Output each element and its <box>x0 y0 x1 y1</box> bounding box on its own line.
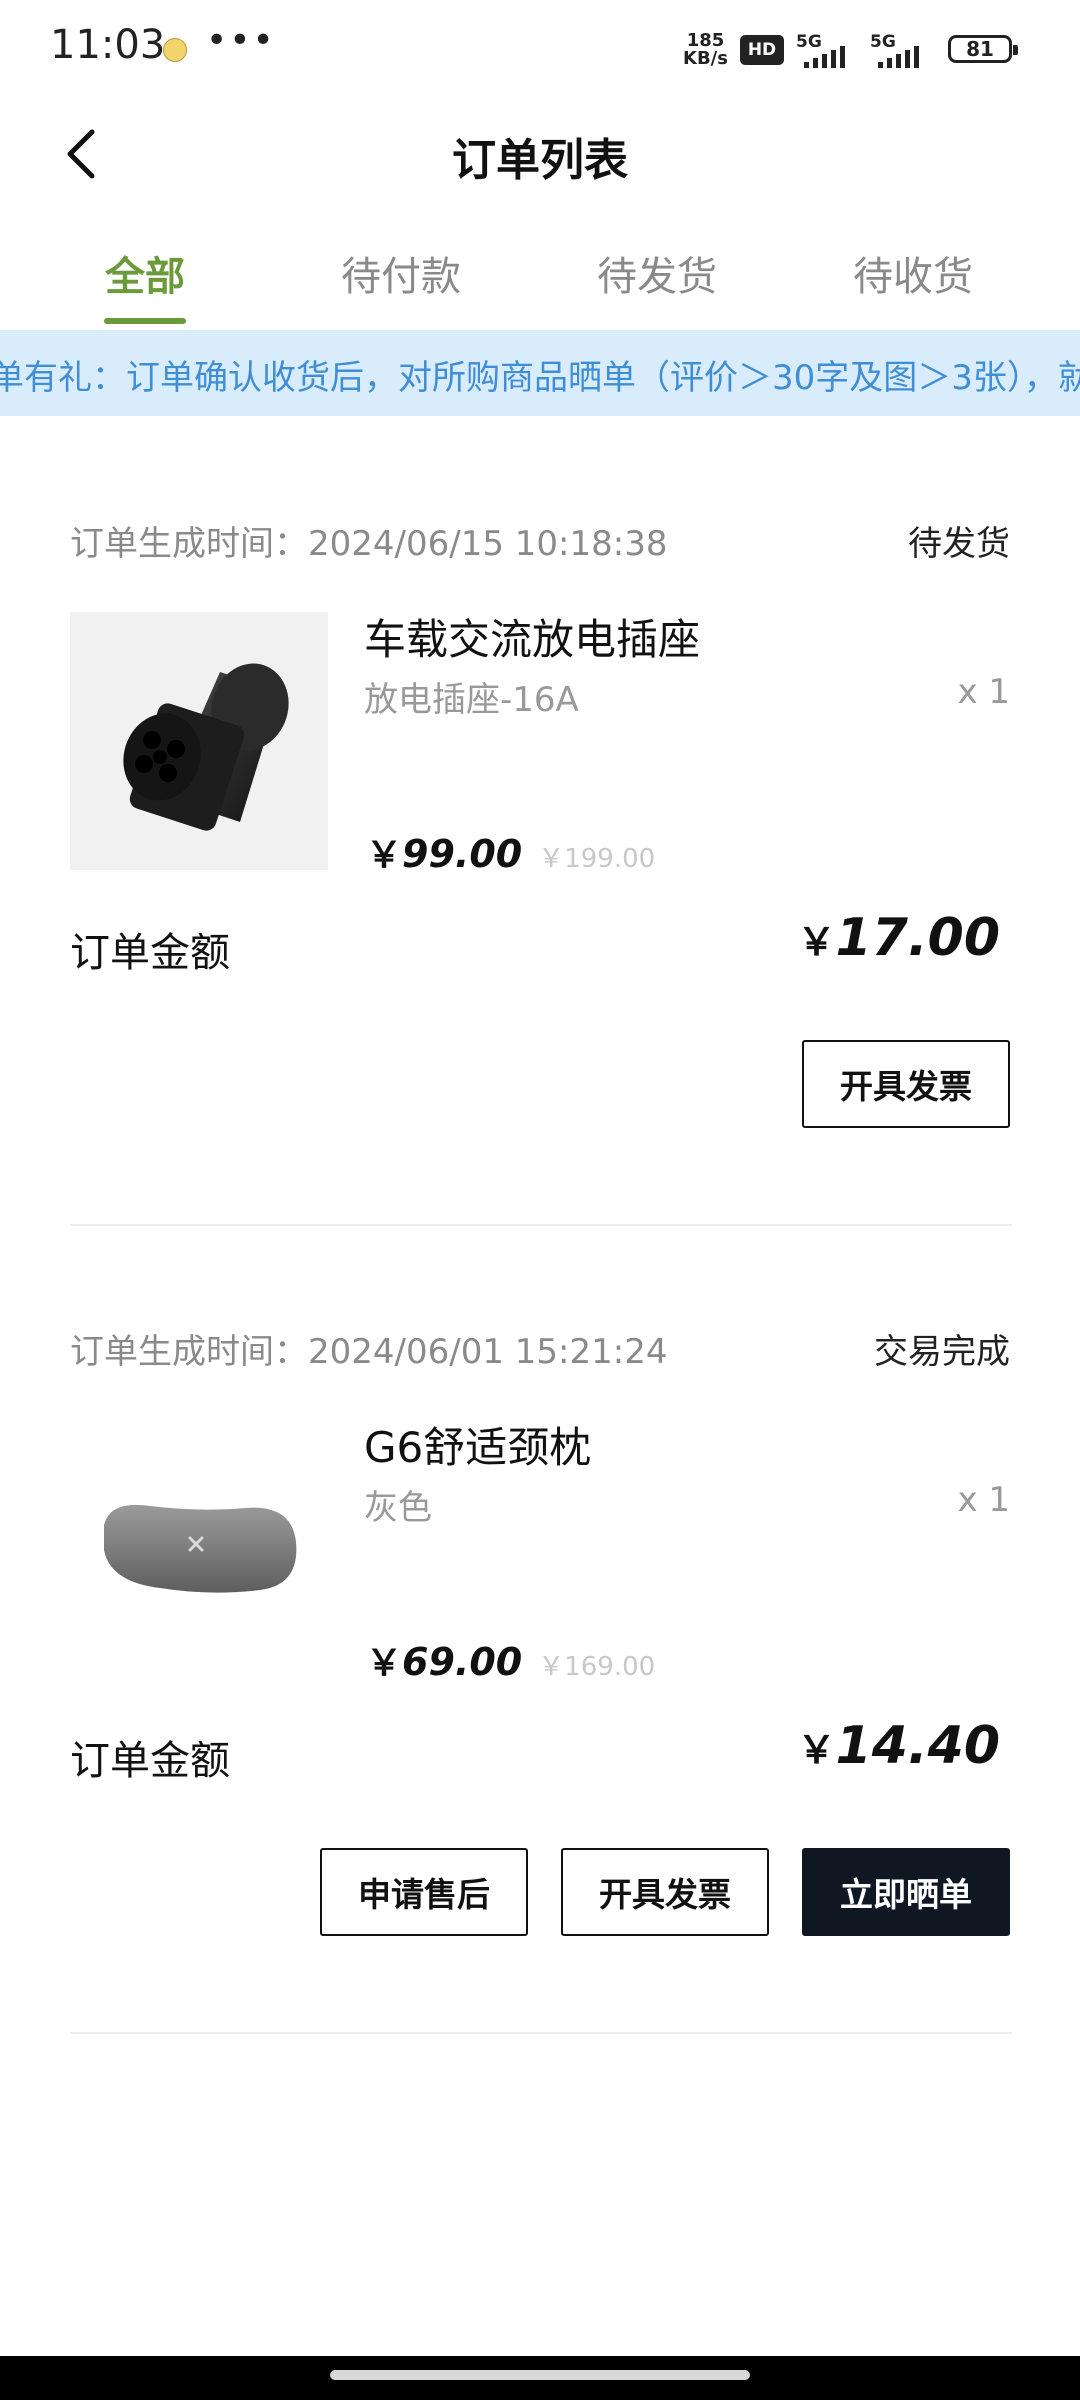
signal-sim1-icon: 5G <box>796 32 860 68</box>
tab-pending-receipt[interactable]: 待收货 <box>833 244 993 302</box>
network-speed-unit: KB/s <box>683 48 728 69</box>
status-bar: 11:03 ••• 185 KB/s HD 5G 5G 81 <box>0 0 1080 100</box>
order-amount: ￥17.00 <box>798 908 1001 968</box>
amount-currency: ￥ <box>797 920 836 964</box>
order-amount-label: 订单金额 <box>70 1738 230 1784</box>
status-time: 11:03 <box>50 22 166 68</box>
order-status: 待发货 <box>908 524 1010 564</box>
issue-invoice-button[interactable]: 开具发票 <box>802 1040 1010 1128</box>
emoji-notification-icon <box>163 38 187 62</box>
price-value: 69.00 <box>402 1640 523 1684</box>
order-time: 订单生成时间：2024/06/15 10:18:38 <box>70 524 668 564</box>
product-image[interactable] <box>70 612 328 870</box>
active-tab-indicator <box>104 318 186 324</box>
promo-notice-banner: 单有礼：订单确认收货后，对所购商品晒单（评价＞30字及图＞3张），就 <box>0 330 1080 416</box>
share-review-button[interactable]: 立即晒单 <box>802 1848 1010 1936</box>
issue-invoice-button[interactable]: 开具发票 <box>561 1848 769 1936</box>
order-divider <box>70 2032 1012 2034</box>
amount-value: 14.40 <box>835 1716 1000 1776</box>
amount-value: 17.00 <box>835 908 1000 968</box>
tab-pending-payment[interactable]: 待付款 <box>321 244 481 302</box>
product-image[interactable] <box>70 1420 328 1678</box>
signal-sim2-icon: 5G <box>870 32 934 68</box>
order-amount: ￥14.40 <box>798 1716 1001 1776</box>
page-title: 订单列表 <box>452 135 628 186</box>
original-price: ￥199.00 <box>538 844 656 874</box>
more-notifications-icon: ••• <box>206 20 276 61</box>
product-spec: 灰色 <box>364 1488 432 1528</box>
system-nav-bar <box>0 2356 1080 2400</box>
promo-notice-text: 单有礼：订单确认收货后，对所购商品晒单（评价＞30字及图＞3张），就 <box>0 358 1080 398</box>
network-speed: 185 KB/s <box>683 32 728 68</box>
product-quantity: x 1 <box>957 1480 1010 1520</box>
battery-icon: 81 <box>948 35 1018 63</box>
discharge-socket-image <box>123 663 289 831</box>
apply-after-sales-button[interactable]: 申请售后 <box>320 1848 528 1936</box>
order-status: 交易完成 <box>874 1332 1010 1372</box>
original-price: ￥169.00 <box>538 1652 656 1682</box>
product-name[interactable]: 车载交流放电插座 <box>364 606 700 667</box>
tab-bar: 全部 待付款 待发货 待收货 <box>0 220 1080 330</box>
tab-pending-shipment[interactable]: 待发货 <box>577 244 737 302</box>
product-price: ￥99.00 ￥199.00 <box>366 826 655 878</box>
tab-all[interactable]: 全部 <box>65 244 225 302</box>
product-name[interactable]: G6舒适颈枕 <box>364 1414 591 1475</box>
price-currency: ￥ <box>366 1643 403 1684</box>
home-indicator[interactable] <box>330 2370 750 2380</box>
order-time: 订单生成时间：2024/06/01 15:21:24 <box>70 1332 668 1372</box>
neck-pillow-image <box>104 1504 297 1593</box>
price-currency: ￥ <box>366 835 403 876</box>
amount-currency: ￥ <box>797 1728 836 1772</box>
product-price: ￥69.00 ￥169.00 <box>366 1634 655 1686</box>
price-value: 99.00 <box>402 832 523 876</box>
order-amount-label: 订单金额 <box>70 930 230 976</box>
hd-voice-icon: HD <box>740 35 784 65</box>
order-divider <box>70 1224 1012 1226</box>
product-quantity: x 1 <box>957 672 1010 712</box>
product-spec: 放电插座-16A <box>364 680 579 720</box>
header: 订单列表 <box>0 100 1080 210</box>
